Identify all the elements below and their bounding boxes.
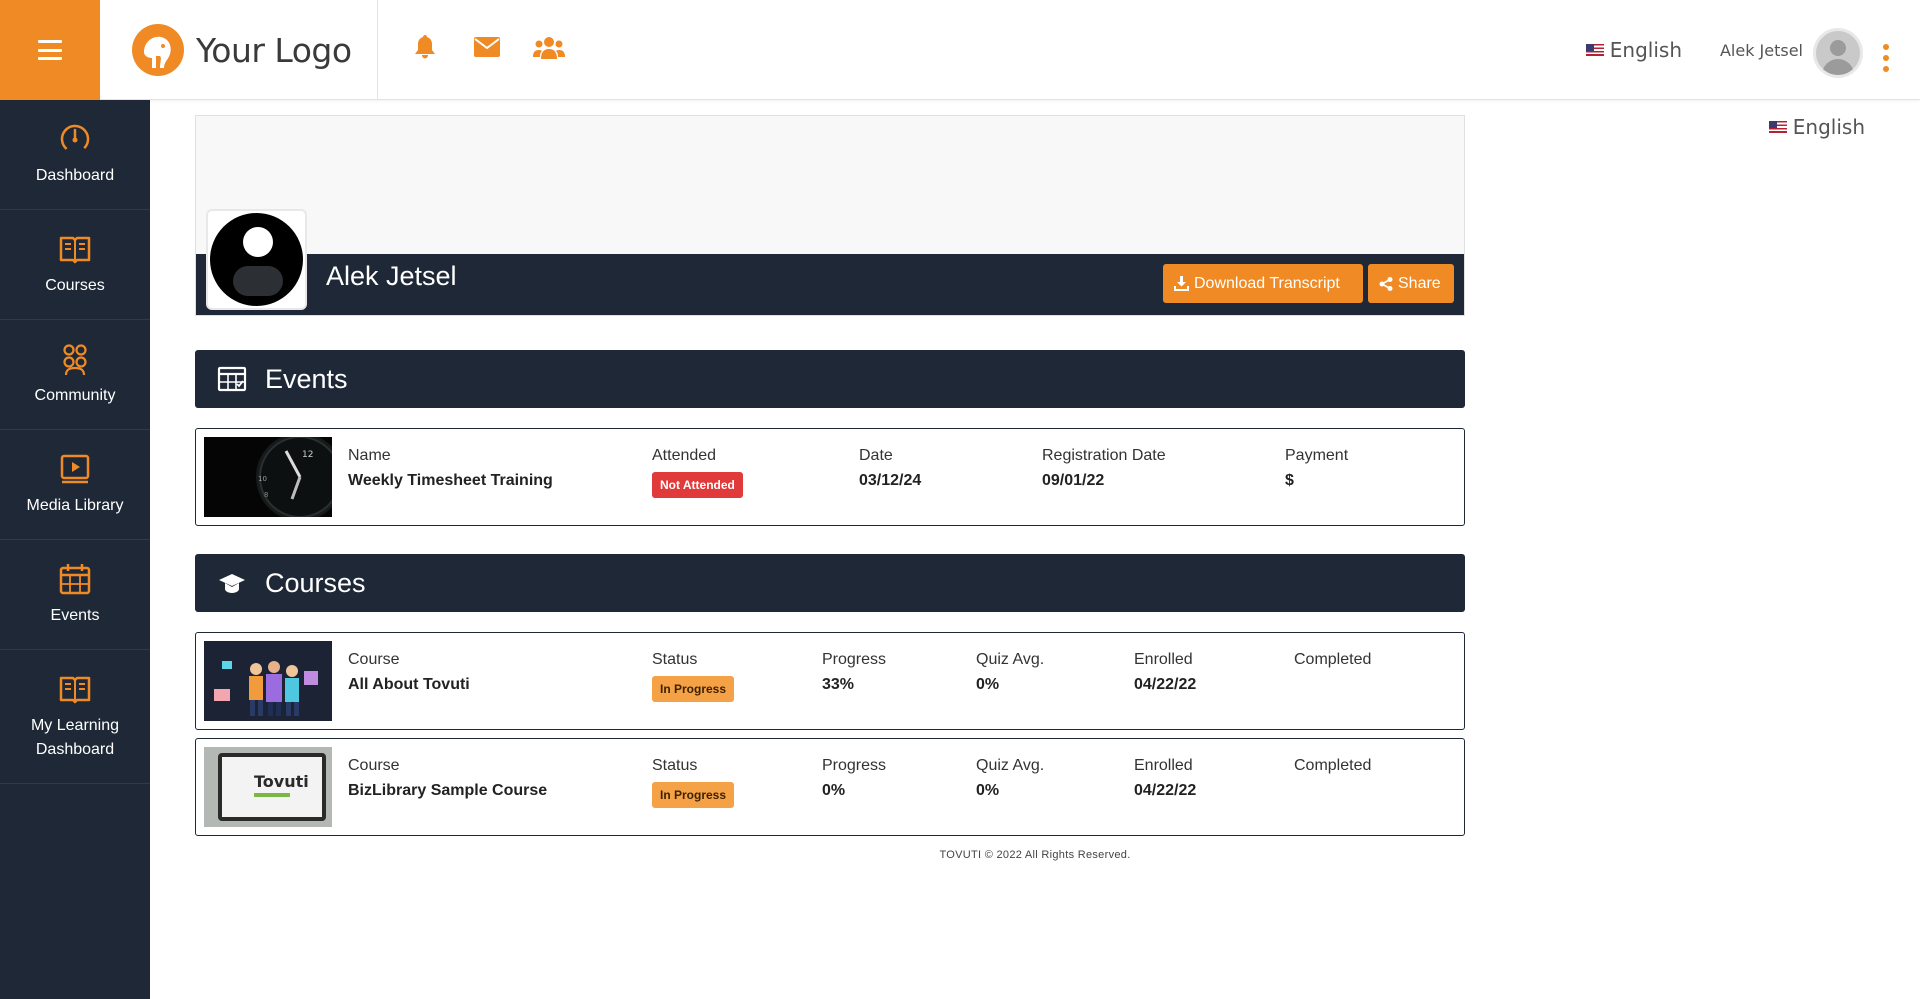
more-options-icon[interactable] xyxy=(1882,44,1890,72)
course-label: Course xyxy=(348,651,400,668)
course-status-label: Status xyxy=(652,651,698,668)
event-date-label: Date xyxy=(859,447,893,464)
course-progress: 33% xyxy=(822,676,855,693)
course-status-label: Status xyxy=(652,757,698,774)
share-button[interactable]: Share xyxy=(1368,264,1454,303)
thumbnail-text: Tovuti xyxy=(254,772,309,791)
event-date: 03/12/24 xyxy=(859,472,922,489)
notifications-button[interactable] xyxy=(408,30,442,64)
sidebar-item-courses[interactable]: Courses xyxy=(0,210,150,320)
events-title: Events xyxy=(265,363,348,394)
events-section-header: Events xyxy=(195,350,1465,408)
bell-icon xyxy=(415,35,435,59)
course-row[interactable]: Tovuti Course BizLibrary Sample Course S… xyxy=(195,738,1465,836)
top-icons xyxy=(408,30,566,64)
sidebar: Dashboard Courses Community Media Librar… xyxy=(0,100,150,999)
download-icon xyxy=(1174,276,1189,291)
event-registration-date: 09/01/22 xyxy=(1042,472,1105,489)
open-book-icon xyxy=(59,236,91,263)
course-enrolled-date: 04/22/22 xyxy=(1134,782,1197,799)
calendar-icon xyxy=(217,366,247,392)
language-label: English xyxy=(1792,115,1865,139)
event-payment-label: Payment xyxy=(1285,447,1349,464)
course-completed-label: Completed xyxy=(1294,757,1372,774)
course-enrolled-label: Enrolled xyxy=(1134,757,1193,774)
event-thumbnail: 12 10 8 xyxy=(204,437,332,517)
svg-text:10: 10 xyxy=(258,475,267,483)
course-row[interactable]: Course All About Tovuti Status In Progre… xyxy=(195,632,1465,730)
language-selector[interactable]: English xyxy=(1585,38,1682,62)
users-icon xyxy=(533,37,565,59)
course-completed-label: Completed xyxy=(1294,651,1372,668)
footer-copyright: TOVUTI © 2022 All Rights Reserved. xyxy=(939,849,1131,861)
course-progress: 0% xyxy=(822,782,846,799)
messages-button[interactable] xyxy=(470,30,504,64)
share-label: Share xyxy=(1398,274,1441,292)
sidebar-item-dashboard[interactable]: Dashboard xyxy=(0,100,150,210)
course-enrolled-label: Enrolled xyxy=(1134,651,1193,668)
sidebar-label: Courses xyxy=(45,276,105,294)
course-quiz-label: Quiz Avg. xyxy=(976,757,1045,774)
svg-text:12: 12 xyxy=(302,450,313,460)
course-label: Course xyxy=(348,757,400,774)
event-registration-date-label: Registration Date xyxy=(1042,447,1166,464)
us-flag-icon xyxy=(1768,121,1787,133)
open-book-icon xyxy=(59,676,91,703)
course-status-badge: In Progress xyxy=(652,782,735,808)
course-thumbnail xyxy=(204,641,332,721)
profile-photo[interactable] xyxy=(206,209,307,310)
sidebar-item-media-library[interactable]: Media Library xyxy=(0,430,150,540)
course-quiz-avg: 0% xyxy=(976,676,1000,693)
community-button[interactable] xyxy=(532,30,566,64)
hamburger-icon xyxy=(38,40,62,60)
sidebar-label: Media Library xyxy=(26,496,124,514)
elephant-logo-icon xyxy=(132,24,184,76)
user-avatar[interactable] xyxy=(1813,28,1863,78)
dashboard-gauge-icon xyxy=(60,124,90,153)
profile-name: Alek Jetsel xyxy=(326,261,457,291)
download-transcript-button[interactable]: Download Transcript xyxy=(1163,264,1363,303)
event-name-label: Name xyxy=(348,447,391,464)
profile-card: Alek Jetsel Download Transcript Share xyxy=(195,115,1465,316)
attendance-status-badge: Not Attended xyxy=(652,472,743,498)
language-label: English xyxy=(1609,38,1682,62)
course-quiz-avg: 0% xyxy=(976,782,1000,799)
svg-text:8: 8 xyxy=(264,491,268,499)
logo-text: Your Logo xyxy=(196,30,352,70)
event-row[interactable]: 12 10 8 Name Weekly Timesheet Training A… xyxy=(195,428,1465,526)
course-quiz-label: Quiz Avg. xyxy=(976,651,1045,668)
course-enrolled-date: 04/22/22 xyxy=(1134,676,1197,693)
logo[interactable]: Your Logo xyxy=(100,0,378,100)
sidebar-label: My Learning Dashboard xyxy=(30,716,120,758)
sidebar-item-community[interactable]: Community xyxy=(0,320,150,430)
course-name[interactable]: All About Tovuti xyxy=(348,676,470,694)
graduation-cap-icon xyxy=(219,574,245,593)
calendar-icon xyxy=(59,563,91,594)
course-status-badge: In Progress xyxy=(652,676,735,702)
course-name[interactable]: BizLibrary Sample Course xyxy=(348,782,547,800)
top-bar: Your Logo English Alek Jetsel xyxy=(0,0,1920,100)
sidebar-label: Events xyxy=(50,606,100,624)
sidebar-item-events[interactable]: Events xyxy=(0,540,150,650)
sidebar-label: Community xyxy=(34,386,116,404)
course-progress-label: Progress xyxy=(822,757,887,774)
event-payment: $ xyxy=(1285,472,1294,489)
language-selector-secondary[interactable]: English xyxy=(1768,115,1865,139)
media-play-icon xyxy=(60,454,90,483)
event-name[interactable]: Weekly Timesheet Training xyxy=(348,472,553,490)
event-attended-label: Attended xyxy=(652,447,717,464)
sidebar-item-my-learning-dashboard[interactable]: My Learning Dashboard xyxy=(0,650,150,784)
community-people-icon xyxy=(63,343,87,375)
courses-section-header: Courses xyxy=(195,554,1465,612)
share-icon xyxy=(1379,276,1393,291)
course-progress-label: Progress xyxy=(822,651,887,668)
us-flag-icon xyxy=(1585,44,1604,56)
sidebar-label: Dashboard xyxy=(35,166,115,184)
courses-title: Courses xyxy=(265,567,366,598)
hamburger-menu-button[interactable] xyxy=(0,0,100,100)
course-thumbnail: Tovuti xyxy=(204,747,332,827)
download-transcript-label: Download Transcript xyxy=(1194,274,1340,292)
user-name[interactable]: Alek Jetsel xyxy=(1720,41,1803,60)
envelope-icon xyxy=(474,37,500,57)
